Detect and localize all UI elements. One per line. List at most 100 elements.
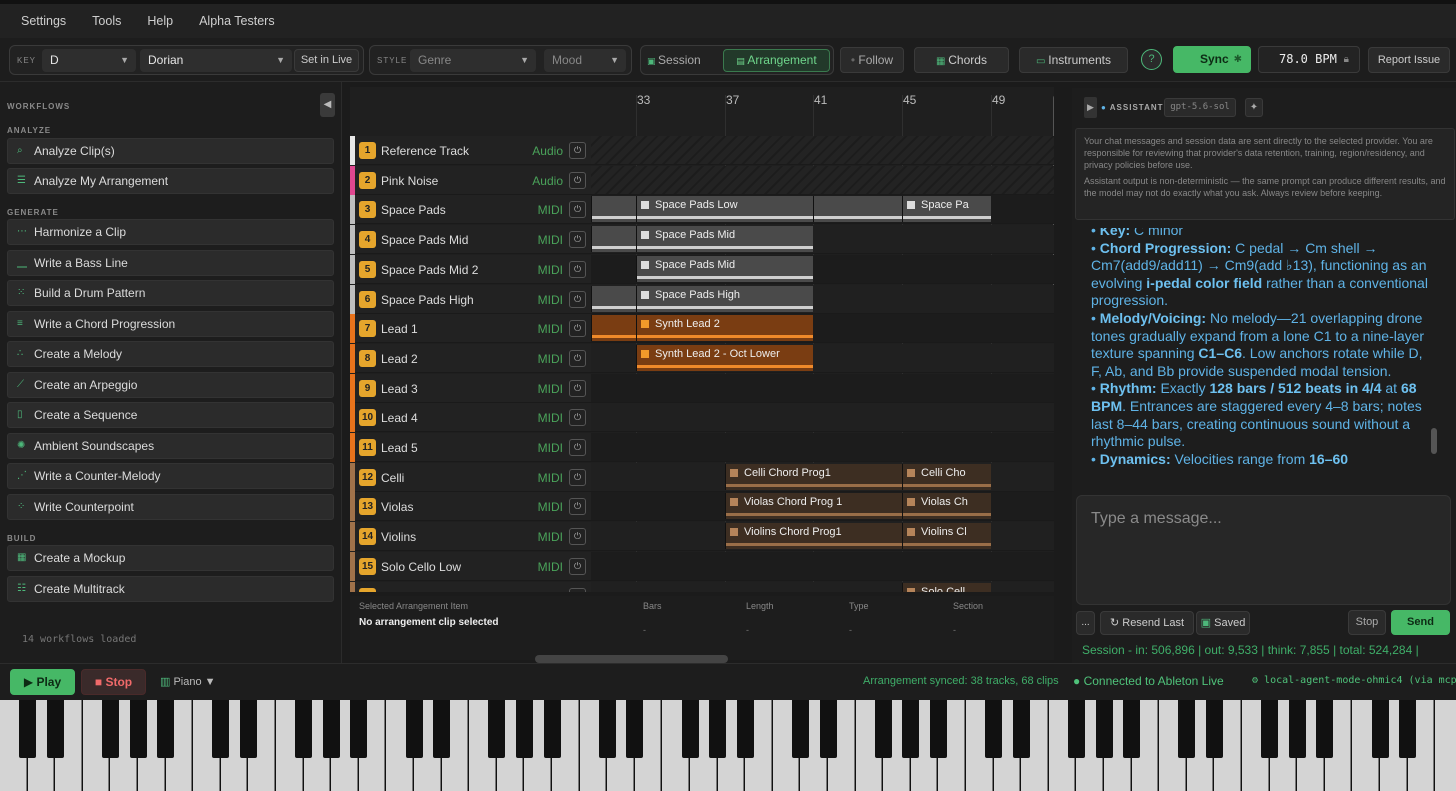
workflow-chord-progression[interactable]: ≡ Write a Chord Progression xyxy=(7,311,334,337)
black-key[interactable] xyxy=(598,700,616,758)
track-lane[interactable] xyxy=(591,166,1054,195)
black-key[interactable] xyxy=(433,700,451,758)
workflow-arpeggio[interactable]: ⟋ Create an Arpeggio xyxy=(7,372,334,398)
message-input[interactable]: Type a message... xyxy=(1076,495,1451,605)
track-lane[interactable] xyxy=(591,433,1054,462)
black-key[interactable] xyxy=(1095,700,1113,758)
track-header[interactable]: 15 Solo Cello Low MIDI ⏻ xyxy=(350,552,591,581)
workflow-drum-pattern[interactable]: ⁙ Build a Drum Pattern xyxy=(7,280,334,306)
power-icon[interactable]: ⏻ xyxy=(569,498,586,515)
arrangement-clip[interactable]: Solo Cell xyxy=(902,583,991,592)
power-icon[interactable]: ⏻ xyxy=(569,320,586,337)
black-key[interactable] xyxy=(1316,700,1334,758)
workflow-bass-line[interactable]: ⎽ Write a Bass Line xyxy=(7,250,334,276)
workflow-analyze-arrangement[interactable]: ☰ Analyze My Arrangement xyxy=(7,168,334,194)
track-lane[interactable] xyxy=(591,552,1054,581)
track-header[interactable]: 6 Space Pads High MIDI ⏻ xyxy=(350,285,591,314)
arrangement-clip[interactable] xyxy=(591,286,636,312)
arrangement-clip[interactable] xyxy=(591,196,636,222)
track-header[interactable]: 9 Lead 3 MIDI ⏻ xyxy=(350,374,591,403)
power-icon[interactable]: ⏻ xyxy=(569,409,586,426)
mood-select[interactable]: Mood ▼ xyxy=(544,49,626,72)
menu-settings[interactable]: Settings xyxy=(12,14,75,28)
black-key[interactable] xyxy=(1399,700,1417,758)
black-key[interactable] xyxy=(1261,700,1279,758)
arrangement-clip[interactable]: Space Pads Mid xyxy=(636,256,813,282)
black-key[interactable] xyxy=(1123,700,1141,758)
arrangement-clip[interactable]: Celli Cho xyxy=(902,464,991,490)
track-lane[interactable] xyxy=(591,136,1054,165)
black-key[interactable] xyxy=(488,700,506,758)
send-button[interactable]: Send xyxy=(1391,610,1450,635)
track-header[interactable]: 8 Lead 2 MIDI ⏻ xyxy=(350,344,591,373)
workflow-counter-melody[interactable]: ⋰ Write a Counter-Melody xyxy=(7,463,334,489)
session-tab[interactable]: ▣ Session xyxy=(647,49,723,72)
track-lane[interactable] xyxy=(591,374,1054,403)
black-key[interactable] xyxy=(239,700,257,758)
new-chat-icon[interactable]: ✦ xyxy=(1245,98,1263,117)
power-icon[interactable]: ⏻ xyxy=(569,439,586,456)
stop-button[interactable]: Stop xyxy=(1348,610,1386,635)
key-select[interactable]: D ▼ xyxy=(42,49,136,72)
workflow-sequence[interactable]: ▯ Create a Sequence xyxy=(7,402,334,428)
black-key[interactable] xyxy=(322,700,340,758)
workflow-ambient[interactable]: ✺ Ambient Soundscapes xyxy=(7,433,334,459)
black-key[interactable] xyxy=(157,700,175,758)
black-key[interactable] xyxy=(101,700,119,758)
black-key[interactable] xyxy=(626,700,644,758)
chords-button[interactable]: ▦ Chords xyxy=(914,47,1009,73)
track-header[interactable]: 2 Pink Noise Audio ⏻ xyxy=(350,166,591,195)
power-icon[interactable]: ⏻ xyxy=(569,528,586,545)
arrangement-clip[interactable] xyxy=(813,196,902,222)
power-icon[interactable]: ⏻ xyxy=(569,291,586,308)
power-icon[interactable]: ⏻ xyxy=(569,231,586,248)
power-icon[interactable]: ⏻ xyxy=(569,350,586,367)
black-key[interactable] xyxy=(1178,700,1196,758)
black-key[interactable] xyxy=(350,700,368,758)
workflow-analyze-clips[interactable]: ⌕ Analyze Clip(s) xyxy=(7,138,334,164)
black-key[interactable] xyxy=(1205,700,1223,758)
black-key[interactable] xyxy=(19,700,37,758)
black-key[interactable] xyxy=(515,700,533,758)
piano-keyboard[interactable] xyxy=(0,700,1456,791)
expand-panel-icon[interactable]: ▶ xyxy=(1084,97,1097,118)
arrangement-clip[interactable]: Space Pa xyxy=(902,196,991,222)
genre-select[interactable]: Genre ▼ xyxy=(410,49,536,72)
arrangement-clip[interactable]: Synth Lead 2 - Oct Lower xyxy=(636,345,813,371)
arrangement-clip[interactable]: Violins Cl xyxy=(902,523,991,549)
white-key[interactable] xyxy=(1435,700,1456,791)
black-key[interactable] xyxy=(874,700,892,758)
arrangement-clip[interactable]: Violins Chord Prog1 xyxy=(725,523,902,549)
black-key[interactable] xyxy=(1012,700,1030,758)
track-header[interactable]: 13 Violas MIDI ⏻ xyxy=(350,492,591,521)
menu-alpha-testers[interactable]: Alpha Testers xyxy=(190,14,284,28)
collapse-sidebar-icon[interactable]: ◀ xyxy=(320,93,335,117)
instruments-button[interactable]: ▭ Instruments xyxy=(1019,47,1128,73)
black-key[interactable] xyxy=(1371,700,1389,758)
black-key[interactable] xyxy=(1288,700,1306,758)
track-lane[interactable] xyxy=(591,403,1054,432)
black-key[interactable] xyxy=(985,700,1003,758)
black-key[interactable] xyxy=(791,700,809,758)
workflow-harmonize[interactable]: ⋯ Harmonize a Clip xyxy=(7,219,334,245)
report-issue-button[interactable]: Report Issue xyxy=(1368,47,1450,73)
black-key[interactable] xyxy=(681,700,699,758)
power-icon[interactable]: ⏻ xyxy=(569,172,586,189)
black-key[interactable] xyxy=(405,700,423,758)
track-header[interactable]: 1 Reference Track Audio ⏻ xyxy=(350,136,591,165)
play-button[interactable]: ▶ Play xyxy=(10,669,75,695)
black-key[interactable] xyxy=(543,700,561,758)
workflow-multitrack[interactable]: ☷ Create Multitrack xyxy=(7,576,334,602)
piano-toggle[interactable]: ▥ Piano ▼ xyxy=(160,675,216,688)
black-key[interactable] xyxy=(902,700,920,758)
track-header[interactable]: 12 Celli MIDI ⏻ xyxy=(350,463,591,492)
chat-scrollbar[interactable] xyxy=(1431,428,1437,454)
black-key[interactable] xyxy=(709,700,727,758)
track-header[interactable]: 4 Space Pads Mid MIDI ⏻ xyxy=(350,225,591,254)
track-header[interactable]: 10 Lead 4 MIDI ⏻ xyxy=(350,403,591,432)
arrangement-clip[interactable]: Space Pads Low xyxy=(636,196,813,222)
black-key[interactable] xyxy=(929,700,947,758)
resend-last-button[interactable]: ↻ Resend Last xyxy=(1100,611,1194,635)
arrangement-clip[interactable]: Space Pads Mid xyxy=(636,226,813,252)
menu-tools[interactable]: Tools xyxy=(83,14,130,28)
